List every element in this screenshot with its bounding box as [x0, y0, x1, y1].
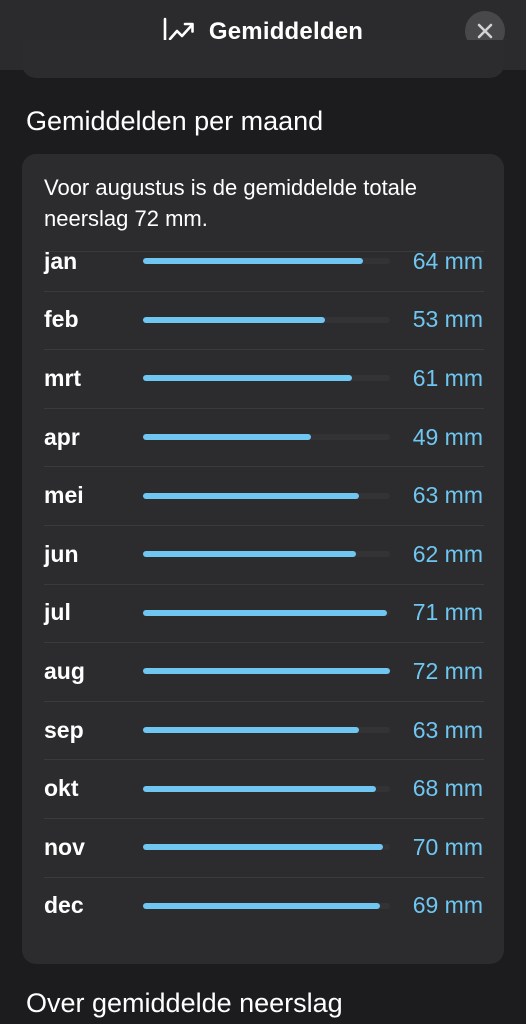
value-label: 63 mm — [412, 716, 483, 743]
value-label: 68 mm — [412, 775, 483, 802]
month-label: nov — [44, 833, 85, 860]
bar-feb — [143, 316, 325, 323]
value-label: 53 mm — [412, 306, 483, 333]
value-label: 63 mm — [412, 482, 483, 509]
previous-section-card — [22, 40, 504, 78]
section-title-about: Over gemiddelde neerslag — [26, 988, 343, 1018]
bar-track — [143, 609, 390, 616]
bar-track — [143, 316, 390, 323]
summary-text: Voor augustus is de gemiddelde totale ne… — [44, 175, 418, 231]
close-icon — [477, 23, 493, 39]
bar-track — [143, 551, 390, 558]
section-title-averages: Gemiddelden per maand — [26, 106, 324, 136]
value-label: 69 mm — [412, 892, 483, 919]
value-label: 64 mm — [412, 247, 483, 274]
bar-nov — [143, 844, 383, 851]
bar-row-sep: sep 63 mm — [22, 700, 504, 760]
month-label: mrt — [44, 364, 82, 391]
bar-row-dec: dec 69 mm — [22, 876, 504, 936]
bar-track — [143, 668, 390, 675]
month-label: jul — [44, 599, 71, 626]
month-label: jun — [44, 540, 79, 567]
bar-row-jul: jul 71 mm — [22, 583, 504, 643]
month-label: apr — [44, 423, 80, 450]
bar-row-aug: aug 72 mm — [22, 642, 504, 701]
month-label: sep — [44, 716, 84, 743]
bar-track — [143, 258, 390, 265]
bar-track — [143, 902, 390, 909]
bar-track — [143, 785, 390, 792]
monthly-averages-card: Voor augustus is de gemiddelde totale ne… — [22, 154, 504, 964]
value-label: 72 mm — [412, 657, 483, 684]
bar-row-feb: feb 53 mm — [22, 290, 504, 350]
bar-apr — [143, 434, 311, 441]
bar-track — [143, 434, 390, 441]
monthly-bar-list: jan 64 mm feb 53 mm mrt 61 mm apr 49 mm mei 63 mm… — [22, 232, 504, 935]
bar-sep — [143, 727, 359, 734]
bar-track — [143, 727, 390, 734]
bar-mei — [143, 492, 359, 499]
bar-track — [143, 844, 390, 851]
value-label: 61 mm — [412, 364, 483, 391]
bar-track — [143, 492, 390, 499]
value-label: 49 mm — [412, 423, 483, 450]
month-label: mei — [44, 482, 84, 509]
month-label: aug — [44, 657, 85, 684]
bar-aug — [143, 668, 390, 675]
bar-jan — [143, 258, 363, 265]
bar-row-mrt: mrt 61 mm — [22, 349, 504, 408]
value-label: 70 mm — [412, 833, 483, 860]
bar-row-apr: apr 49 mm — [22, 407, 504, 467]
bar-dec — [143, 902, 380, 909]
bar-jul — [143, 609, 387, 616]
bar-mrt — [143, 375, 352, 382]
month-label: feb — [44, 306, 79, 333]
bar-track — [143, 375, 390, 382]
bar-row-mei: mei 63 mm — [22, 466, 504, 525]
bar-row-jan: jan 64 mm — [22, 232, 504, 291]
value-label: 71 mm — [412, 599, 483, 626]
bar-row-jun: jun 62 mm — [22, 524, 504, 584]
bar-jun — [143, 551, 356, 558]
value-label: 62 mm — [412, 540, 483, 567]
month-label: dec — [44, 892, 84, 919]
month-label: okt — [44, 775, 79, 802]
bar-row-okt: okt 68 mm — [22, 759, 504, 818]
bar-okt — [143, 785, 376, 792]
bar-row-nov: nov 70 mm — [22, 817, 504, 877]
month-label: jan — [44, 247, 78, 274]
